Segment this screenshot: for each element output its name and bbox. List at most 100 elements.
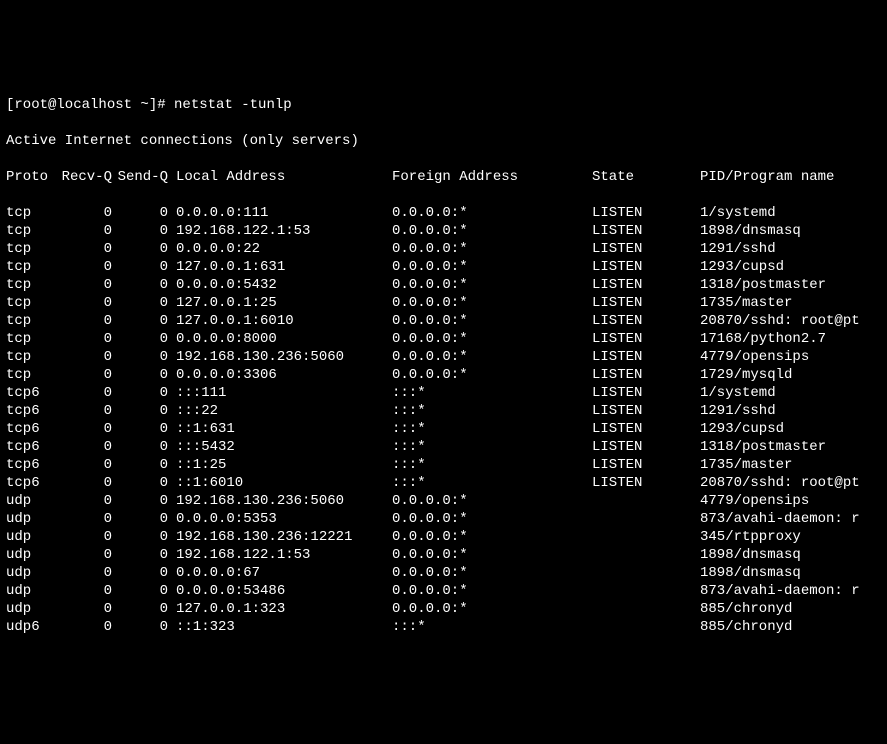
col-local: Local Address (168, 168, 392, 186)
cell-state: LISTEN (592, 438, 700, 456)
cell-foreign: :::* (392, 474, 592, 492)
cell-foreign: 0.0.0.0:* (392, 510, 592, 528)
cell-prog: 1/systemd (700, 384, 776, 402)
cell-sendq: 0 (112, 294, 168, 312)
cell-sendq: 0 (112, 222, 168, 240)
cell-state: LISTEN (592, 474, 700, 492)
cell-foreign: 0.0.0.0:* (392, 258, 592, 276)
cell-state: LISTEN (592, 384, 700, 402)
cell-foreign: :::* (392, 384, 592, 402)
cell-local: :::111 (168, 384, 392, 402)
cell-sendq: 0 (112, 474, 168, 492)
cell-state: LISTEN (592, 348, 700, 366)
cell-recvq: 0 (56, 600, 112, 618)
cell-state: LISTEN (592, 366, 700, 384)
cell-state: LISTEN (592, 456, 700, 474)
cell-sendq: 0 (112, 564, 168, 582)
cell-proto: tcp (6, 294, 56, 312)
cell-local: 0.0.0.0:3306 (168, 366, 392, 384)
cell-foreign: 0.0.0.0:* (392, 204, 592, 222)
cell-recvq: 0 (56, 564, 112, 582)
cell-proto: tcp (6, 222, 56, 240)
cell-sendq: 0 (112, 492, 168, 510)
cell-prog: 20870/sshd: root@pt (700, 312, 860, 330)
command-text: netstat -tunlp (174, 97, 292, 113)
cell-recvq: 0 (56, 348, 112, 366)
cell-local: 192.168.122.1:53 (168, 222, 392, 240)
cell-local: ::1:323 (168, 618, 392, 636)
cell-sendq: 0 (112, 600, 168, 618)
cell-prog: 873/avahi-daemon: r (700, 510, 860, 528)
table-row: udp000.0.0.0:53530.0.0.0:*873/avahi-daem… (6, 510, 881, 528)
cell-local: 0.0.0.0:53486 (168, 582, 392, 600)
cell-local: 0.0.0.0:5432 (168, 276, 392, 294)
cell-foreign: 0.0.0.0:* (392, 366, 592, 384)
cell-foreign: 0.0.0.0:* (392, 600, 592, 618)
col-prog: PID/Program name (700, 168, 834, 186)
table-row: tcp00127.0.0.1:60100.0.0.0:*LISTEN20870/… (6, 312, 881, 330)
cell-proto: tcp (6, 312, 56, 330)
table-row: tcp600:::111:::*LISTEN1/systemd (6, 384, 881, 402)
cell-local: 192.168.122.1:53 (168, 546, 392, 564)
cell-local: 127.0.0.1:631 (168, 258, 392, 276)
cell-foreign: 0.0.0.0:* (392, 222, 592, 240)
cell-recvq: 0 (56, 582, 112, 600)
cell-proto: tcp6 (6, 384, 56, 402)
col-proto: Proto (6, 168, 56, 186)
cell-prog: 20870/sshd: root@pt (700, 474, 860, 492)
table-row: tcp600::1:6010:::*LISTEN20870/sshd: root… (6, 474, 881, 492)
cell-proto: udp (6, 546, 56, 564)
cell-foreign: :::* (392, 420, 592, 438)
cell-prog: 1293/cupsd (700, 420, 784, 438)
cell-sendq: 0 (112, 276, 168, 294)
cell-prog: 1729/mysqld (700, 366, 792, 384)
cell-state: LISTEN (592, 294, 700, 312)
cell-recvq: 0 (56, 492, 112, 510)
cell-recvq: 0 (56, 366, 112, 384)
cell-prog: 4779/opensips (700, 492, 809, 510)
table-row: tcp000.0.0.0:33060.0.0.0:*LISTEN1729/mys… (6, 366, 881, 384)
table-row: tcp000.0.0.0:220.0.0.0:*LISTEN1291/sshd (6, 240, 881, 258)
cell-sendq: 0 (112, 420, 168, 438)
cell-foreign: 0.0.0.0:* (392, 312, 592, 330)
cell-prog: 1291/sshd (700, 402, 776, 420)
cell-recvq: 0 (56, 474, 112, 492)
cell-recvq: 0 (56, 330, 112, 348)
cell-sendq: 0 (112, 258, 168, 276)
cell-prog: 1735/master (700, 456, 792, 474)
cell-local: 192.168.130.236:12221 (168, 528, 392, 546)
cell-local: 127.0.0.1:323 (168, 600, 392, 618)
cell-foreign: :::* (392, 618, 592, 636)
cell-prog: 1318/postmaster (700, 438, 826, 456)
table-row: tcp000.0.0.0:54320.0.0.0:*LISTEN1318/pos… (6, 276, 881, 294)
table-row: udp000.0.0.0:534860.0.0.0:*873/avahi-dae… (6, 582, 881, 600)
cell-local: ::1:6010 (168, 474, 392, 492)
cell-sendq: 0 (112, 456, 168, 474)
cell-local: 127.0.0.1:25 (168, 294, 392, 312)
cell-local: 192.168.130.236:5060 (168, 492, 392, 510)
cell-prog: 1291/sshd (700, 240, 776, 258)
cell-proto: tcp6 (6, 402, 56, 420)
cell-sendq: 0 (112, 204, 168, 222)
cell-sendq: 0 (112, 618, 168, 636)
cell-foreign: 0.0.0.0:* (392, 348, 592, 366)
col-recvq: Recv-Q (56, 168, 112, 186)
cell-prog: 1735/master (700, 294, 792, 312)
cell-prog: 1318/postmaster (700, 276, 826, 294)
cell-sendq: 0 (112, 348, 168, 366)
cell-proto: udp (6, 492, 56, 510)
col-state: State (592, 168, 700, 186)
cell-prog: 885/chronyd (700, 618, 792, 636)
cell-foreign: 0.0.0.0:* (392, 528, 592, 546)
table-row: tcp00127.0.0.1:6310.0.0.0:*LISTEN1293/cu… (6, 258, 881, 276)
cell-sendq: 0 (112, 528, 168, 546)
cell-prog: 1293/cupsd (700, 258, 784, 276)
table-row: tcp600::1:631:::*LISTEN1293/cupsd (6, 420, 881, 438)
cell-foreign: :::* (392, 402, 592, 420)
cell-local: ::1:631 (168, 420, 392, 438)
cell-proto: tcp (6, 330, 56, 348)
cell-foreign: 0.0.0.0:* (392, 492, 592, 510)
terminal-output: [root@localhost ~]# netstat -tunlp Activ… (6, 78, 881, 654)
cell-recvq: 0 (56, 438, 112, 456)
table-row: tcp00127.0.0.1:250.0.0.0:*LISTEN1735/mas… (6, 294, 881, 312)
